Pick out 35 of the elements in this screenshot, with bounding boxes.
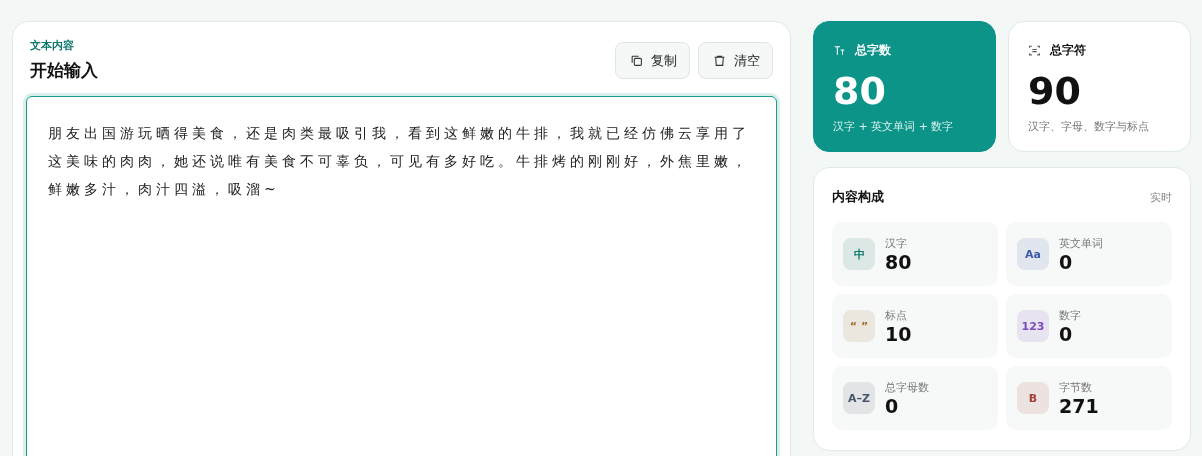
metric-label: 标点 bbox=[885, 307, 908, 323]
metric-label: 数字 bbox=[1059, 307, 1081, 323]
metric-badge: 中 bbox=[843, 238, 875, 270]
text-size-icon bbox=[833, 44, 846, 57]
metric-value: 0 bbox=[1059, 250, 1074, 273]
copy-button[interactable]: 复制 bbox=[615, 42, 690, 79]
scan-text-icon bbox=[1028, 44, 1041, 57]
metric-badge: Aa bbox=[1017, 238, 1049, 270]
composition-title: 内容构成 bbox=[832, 188, 884, 206]
metric-value: 0 bbox=[1059, 322, 1074, 345]
metric-label: 汉字 bbox=[885, 235, 908, 251]
stat-note: 汉字 + 英文单词 + 数字 bbox=[833, 119, 955, 134]
metric-label: 总字母数 bbox=[885, 379, 929, 395]
metric-badge: 123 bbox=[1017, 310, 1049, 342]
metric-value: 0 bbox=[885, 394, 900, 417]
metric-badge: A–Z bbox=[843, 382, 875, 414]
stat-label: 总字数 bbox=[855, 42, 891, 59]
text-input[interactable]: 朋友出国游玩晒得美食，还是肉类最吸引我，看到这鲜嫩的牛排，我就已经仿佛云享用了这美味的肉肉，她还说唯有美食不可辜负，可见有多好吃。牛排烤的刚刚好，外焦里嫩，鲜嫩多汁，肉汁四溢，吸溜~ bbox=[26, 96, 777, 456]
metric-value: 271 bbox=[1059, 394, 1099, 417]
copy-icon bbox=[630, 54, 643, 67]
stat-note: 汉字、字母、数字与标点 bbox=[1028, 119, 1150, 134]
metric-badge: “ ” bbox=[843, 310, 875, 342]
live-label: 实时 bbox=[1150, 189, 1172, 205]
metric-value: 10 bbox=[885, 322, 912, 345]
metric-value: 80 bbox=[885, 250, 912, 273]
section-label: 文本内容 bbox=[30, 38, 75, 53]
metric-badge: B bbox=[1017, 382, 1049, 414]
metric-label: 英文单词 bbox=[1059, 235, 1103, 251]
stat-label: 总字符 bbox=[1050, 42, 1086, 59]
trash-icon bbox=[713, 54, 726, 67]
clear-button[interactable]: 清空 bbox=[698, 42, 773, 79]
metric-label: 字节数 bbox=[1059, 379, 1093, 395]
stat-value: 80 bbox=[833, 69, 887, 113]
editor-title: 开始输入 bbox=[30, 59, 98, 82]
stat-value: 90 bbox=[1028, 69, 1082, 113]
